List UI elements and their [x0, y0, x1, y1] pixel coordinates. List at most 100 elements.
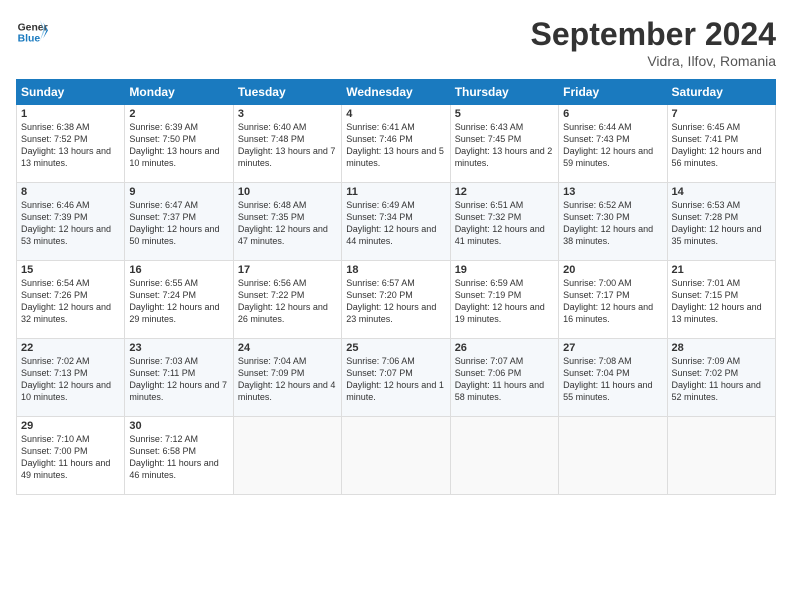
day-info: Sunrise: 6:39 AMSunset: 7:50 PMDaylight:…: [129, 121, 228, 170]
day-info: Sunrise: 6:43 AMSunset: 7:45 PMDaylight:…: [455, 121, 554, 170]
calendar-cell: 30Sunrise: 7:12 AMSunset: 6:58 PMDayligh…: [125, 417, 233, 495]
day-info: Sunrise: 6:57 AMSunset: 7:20 PMDaylight:…: [346, 277, 445, 326]
day-number: 10: [238, 186, 337, 198]
calendar-week-row: 29Sunrise: 7:10 AMSunset: 7:00 PMDayligh…: [17, 417, 776, 495]
col-thursday: Thursday: [450, 80, 558, 105]
month-year: September 2024: [531, 16, 776, 53]
calendar-cell: 3Sunrise: 6:40 AMSunset: 7:48 PMDaylight…: [233, 105, 341, 183]
day-info: Sunrise: 7:04 AMSunset: 7:09 PMDaylight:…: [238, 355, 337, 404]
col-sunday: Sunday: [17, 80, 125, 105]
logo: General Blue: [16, 16, 48, 48]
day-info: Sunrise: 7:08 AMSunset: 7:04 PMDaylight:…: [563, 355, 662, 404]
calendar-cell: 27Sunrise: 7:08 AMSunset: 7:04 PMDayligh…: [559, 339, 667, 417]
day-info: Sunrise: 6:54 AMSunset: 7:26 PMDaylight:…: [21, 277, 120, 326]
day-info: Sunrise: 6:47 AMSunset: 7:37 PMDaylight:…: [129, 199, 228, 248]
calendar-cell: [233, 417, 341, 495]
calendar-cell: 21Sunrise: 7:01 AMSunset: 7:15 PMDayligh…: [667, 261, 775, 339]
day-number: 7: [672, 108, 771, 120]
day-info: Sunrise: 6:49 AMSunset: 7:34 PMDaylight:…: [346, 199, 445, 248]
calendar-week-row: 22Sunrise: 7:02 AMSunset: 7:13 PMDayligh…: [17, 339, 776, 417]
day-info: Sunrise: 6:48 AMSunset: 7:35 PMDaylight:…: [238, 199, 337, 248]
day-number: 22: [21, 342, 120, 354]
calendar-cell: 23Sunrise: 7:03 AMSunset: 7:11 PMDayligh…: [125, 339, 233, 417]
calendar-cell: 11Sunrise: 6:49 AMSunset: 7:34 PMDayligh…: [342, 183, 450, 261]
calendar-body: 1Sunrise: 6:38 AMSunset: 7:52 PMDaylight…: [17, 105, 776, 495]
day-info: Sunrise: 6:51 AMSunset: 7:32 PMDaylight:…: [455, 199, 554, 248]
col-wednesday: Wednesday: [342, 80, 450, 105]
day-number: 16: [129, 264, 228, 276]
day-info: Sunrise: 6:41 AMSunset: 7:46 PMDaylight:…: [346, 121, 445, 170]
calendar-cell: 29Sunrise: 7:10 AMSunset: 7:00 PMDayligh…: [17, 417, 125, 495]
day-info: Sunrise: 7:10 AMSunset: 7:00 PMDaylight:…: [21, 433, 120, 482]
day-number: 1: [21, 108, 120, 120]
calendar-cell: 15Sunrise: 6:54 AMSunset: 7:26 PMDayligh…: [17, 261, 125, 339]
day-number: 21: [672, 264, 771, 276]
calendar-cell: 22Sunrise: 7:02 AMSunset: 7:13 PMDayligh…: [17, 339, 125, 417]
calendar-cell: 24Sunrise: 7:04 AMSunset: 7:09 PMDayligh…: [233, 339, 341, 417]
day-info: Sunrise: 6:44 AMSunset: 7:43 PMDaylight:…: [563, 121, 662, 170]
day-info: Sunrise: 7:00 AMSunset: 7:17 PMDaylight:…: [563, 277, 662, 326]
day-number: 9: [129, 186, 228, 198]
day-number: 19: [455, 264, 554, 276]
day-number: 18: [346, 264, 445, 276]
day-info: Sunrise: 6:59 AMSunset: 7:19 PMDaylight:…: [455, 277, 554, 326]
calendar-cell: [450, 417, 558, 495]
day-number: 6: [563, 108, 662, 120]
calendar-cell: 28Sunrise: 7:09 AMSunset: 7:02 PMDayligh…: [667, 339, 775, 417]
calendar-cell: 17Sunrise: 6:56 AMSunset: 7:22 PMDayligh…: [233, 261, 341, 339]
calendar-cell: 2Sunrise: 6:39 AMSunset: 7:50 PMDaylight…: [125, 105, 233, 183]
day-number: 26: [455, 342, 554, 354]
calendar-cell: 12Sunrise: 6:51 AMSunset: 7:32 PMDayligh…: [450, 183, 558, 261]
day-info: Sunrise: 6:45 AMSunset: 7:41 PMDaylight:…: [672, 121, 771, 170]
day-number: 30: [129, 420, 228, 432]
main-container: General Blue September 2024 Vidra, Ilfov…: [0, 0, 792, 612]
day-info: Sunrise: 6:38 AMSunset: 7:52 PMDaylight:…: [21, 121, 120, 170]
day-number: 28: [672, 342, 771, 354]
svg-text:Blue: Blue: [18, 34, 41, 45]
day-number: 29: [21, 420, 120, 432]
calendar-cell: 13Sunrise: 6:52 AMSunset: 7:30 PMDayligh…: [559, 183, 667, 261]
day-info: Sunrise: 6:52 AMSunset: 7:30 PMDaylight:…: [563, 199, 662, 248]
calendar-cell: 14Sunrise: 6:53 AMSunset: 7:28 PMDayligh…: [667, 183, 775, 261]
calendar-cell: 4Sunrise: 6:41 AMSunset: 7:46 PMDaylight…: [342, 105, 450, 183]
calendar-cell: 7Sunrise: 6:45 AMSunset: 7:41 PMDaylight…: [667, 105, 775, 183]
calendar-week-row: 1Sunrise: 6:38 AMSunset: 7:52 PMDaylight…: [17, 105, 776, 183]
day-number: 20: [563, 264, 662, 276]
day-info: Sunrise: 7:07 AMSunset: 7:06 PMDaylight:…: [455, 355, 554, 404]
col-monday: Monday: [125, 80, 233, 105]
calendar-cell: 26Sunrise: 7:07 AMSunset: 7:06 PMDayligh…: [450, 339, 558, 417]
calendar-cell: 8Sunrise: 6:46 AMSunset: 7:39 PMDaylight…: [17, 183, 125, 261]
calendar-cell: 25Sunrise: 7:06 AMSunset: 7:07 PMDayligh…: [342, 339, 450, 417]
calendar-cell: [559, 417, 667, 495]
calendar-week-row: 8Sunrise: 6:46 AMSunset: 7:39 PMDaylight…: [17, 183, 776, 261]
calendar-cell: 16Sunrise: 6:55 AMSunset: 7:24 PMDayligh…: [125, 261, 233, 339]
day-number: 24: [238, 342, 337, 354]
day-info: Sunrise: 6:56 AMSunset: 7:22 PMDaylight:…: [238, 277, 337, 326]
calendar-cell: [667, 417, 775, 495]
day-number: 14: [672, 186, 771, 198]
calendar-cell: 6Sunrise: 6:44 AMSunset: 7:43 PMDaylight…: [559, 105, 667, 183]
day-number: 2: [129, 108, 228, 120]
day-info: Sunrise: 7:03 AMSunset: 7:11 PMDaylight:…: [129, 355, 228, 404]
day-number: 11: [346, 186, 445, 198]
calendar-cell: 20Sunrise: 7:00 AMSunset: 7:17 PMDayligh…: [559, 261, 667, 339]
day-info: Sunrise: 6:55 AMSunset: 7:24 PMDaylight:…: [129, 277, 228, 326]
day-info: Sunrise: 7:02 AMSunset: 7:13 PMDaylight:…: [21, 355, 120, 404]
location: Vidra, Ilfov, Romania: [531, 53, 776, 69]
day-number: 3: [238, 108, 337, 120]
day-info: Sunrise: 7:09 AMSunset: 7:02 PMDaylight:…: [672, 355, 771, 404]
logo-icon: General Blue: [16, 16, 48, 48]
day-number: 5: [455, 108, 554, 120]
calendar-cell: 19Sunrise: 6:59 AMSunset: 7:19 PMDayligh…: [450, 261, 558, 339]
day-info: Sunrise: 6:46 AMSunset: 7:39 PMDaylight:…: [21, 199, 120, 248]
col-tuesday: Tuesday: [233, 80, 341, 105]
day-number: 27: [563, 342, 662, 354]
day-number: 17: [238, 264, 337, 276]
calendar-cell: 10Sunrise: 6:48 AMSunset: 7:35 PMDayligh…: [233, 183, 341, 261]
day-info: Sunrise: 7:01 AMSunset: 7:15 PMDaylight:…: [672, 277, 771, 326]
day-info: Sunrise: 6:53 AMSunset: 7:28 PMDaylight:…: [672, 199, 771, 248]
day-info: Sunrise: 7:12 AMSunset: 6:58 PMDaylight:…: [129, 433, 228, 482]
day-number: 4: [346, 108, 445, 120]
day-info: Sunrise: 6:40 AMSunset: 7:48 PMDaylight:…: [238, 121, 337, 170]
col-saturday: Saturday: [667, 80, 775, 105]
